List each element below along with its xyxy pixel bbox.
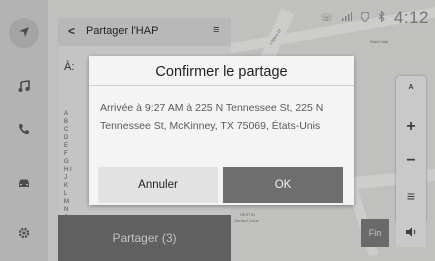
dialog-title: Confirmer le partage <box>155 64 288 80</box>
ok-button[interactable]: OK <box>223 167 343 203</box>
confirm-share-dialog: Confirmer le partage Arrivée à 9:27 AM à… <box>89 56 354 205</box>
dialog-message: Arrivée à 9:27 AM à 225 N Tennessee St, … <box>100 102 324 132</box>
cancel-button[interactable]: Annuler <box>98 167 218 203</box>
dialog-divider <box>89 85 354 86</box>
